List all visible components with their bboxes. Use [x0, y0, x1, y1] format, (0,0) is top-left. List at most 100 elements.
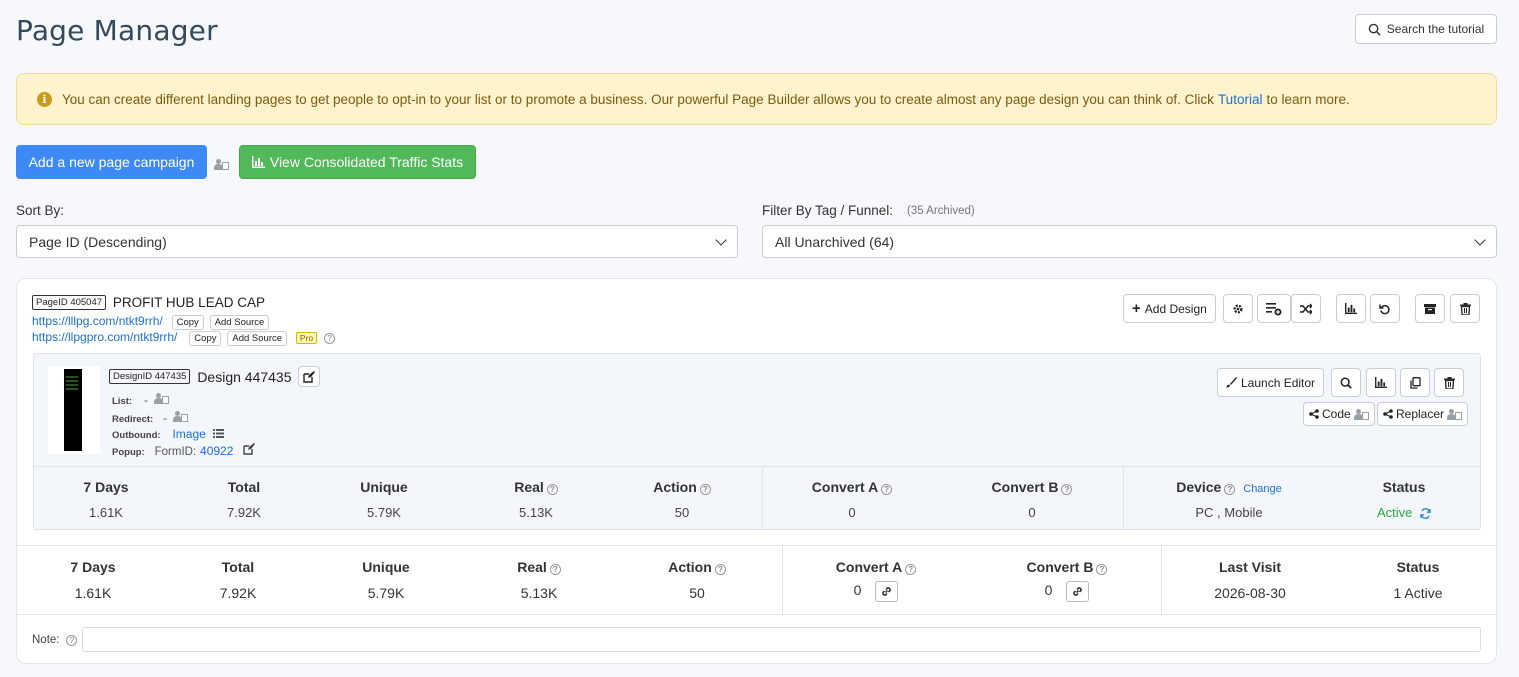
launch-editor-button[interactable]: Launch Editor	[1217, 368, 1325, 397]
code-button[interactable]: Code	[1303, 402, 1375, 426]
edit-icon	[303, 370, 316, 383]
plus-icon: +	[1132, 300, 1141, 317]
list-label: List:	[112, 396, 133, 407]
edit-icon[interactable]	[243, 443, 256, 455]
popup-form-label: FormID:	[154, 446, 197, 458]
help-icon: ?	[1061, 484, 1073, 495]
help-icon[interactable]: ?	[66, 635, 78, 646]
preview-button[interactable]	[1331, 368, 1361, 397]
sort-label: Sort By:	[16, 203, 65, 218]
user-list-icon	[214, 159, 229, 170]
outbound-label: Outbound:	[112, 430, 161, 441]
help-icon: ?	[881, 484, 893, 495]
design-stats-button[interactable]	[1366, 368, 1396, 397]
archive-button[interactable]	[1415, 294, 1445, 323]
help-icon: ?	[1096, 564, 1108, 575]
duplicate-design-button[interactable]	[1400, 368, 1430, 397]
delete-campaign-button[interactable]	[1450, 294, 1480, 323]
note-label: Note:	[32, 634, 60, 646]
alert-text: You can create different landing pages t…	[62, 91, 1214, 107]
campaign-stat-real: Real? 5.13K	[489, 559, 589, 601]
campaign-stat-7days: 7 Days 1.61K	[70, 559, 116, 601]
help-icon: ?	[549, 564, 561, 575]
status-active[interactable]: Active	[1377, 505, 1412, 520]
design-stat-7days: 7 Days 1.61K	[83, 479, 129, 520]
design-stat-total: Total 7.92K	[227, 479, 261, 520]
bar-chart-icon	[251, 156, 265, 168]
copy-icon	[1409, 376, 1421, 389]
note-input[interactable]	[82, 627, 1481, 652]
share-icon	[1383, 409, 1393, 419]
filter-label: Filter By Tag / Funnel:	[762, 203, 894, 218]
view-traffic-stats-label: View Consolidated Traffic Stats	[269, 154, 464, 170]
link-icon	[1073, 587, 1083, 596]
settings-button[interactable]	[1223, 294, 1253, 323]
bar-chart-icon	[1375, 377, 1387, 388]
design-stat-real: Real? 5.13K	[486, 479, 586, 520]
page-title: Page Manager	[16, 14, 218, 47]
campaign-title: PROFIT HUB LEAD CAP	[112, 294, 265, 310]
design-stat-action: Action? 50	[632, 479, 732, 520]
undo-icon	[1379, 304, 1390, 314]
code-label: Code	[1322, 407, 1351, 421]
pro-badge: Pro	[295, 332, 318, 344]
design-stat-status: Status Active	[1354, 479, 1454, 520]
user-list-icon	[172, 411, 188, 422]
campaign-stat-convert-b: Convert B? 0	[1007, 559, 1127, 602]
convert-b-link-button[interactable]	[1066, 581, 1090, 602]
info-icon: i	[37, 91, 52, 107]
design-thumbnail[interactable]	[48, 366, 100, 454]
replacer-button[interactable]: Replacer	[1377, 402, 1469, 426]
popup-form-id[interactable]: 40922	[200, 444, 233, 458]
list-add-icon	[1266, 302, 1282, 315]
archived-count: (35 Archived)	[907, 205, 975, 217]
design-panel: DesignID 447435 Design 447435 List: - Re…	[33, 353, 1481, 530]
user-list-icon	[1353, 408, 1369, 420]
trash-icon	[1459, 302, 1471, 315]
help-icon: ?	[699, 484, 711, 495]
campaign-url-1[interactable]: https://lllpg.com/ntkt9rrh/	[32, 314, 163, 328]
design-title: Design 447435	[197, 368, 292, 385]
add-source-2-button[interactable]: Add Source	[227, 331, 288, 346]
design-stat-unique: Unique 5.79K	[360, 479, 408, 520]
shuffle-button[interactable]	[1291, 294, 1321, 323]
sort-select-value: Page ID (Descending)	[29, 233, 167, 250]
list-icon	[212, 429, 224, 438]
trash-icon	[1443, 376, 1455, 389]
help-icon[interactable]: ?	[324, 333, 336, 344]
stats-button[interactable]	[1336, 294, 1366, 323]
add-page-campaign-button[interactable]: Add a new page campaign	[16, 145, 207, 179]
campaign-url-2[interactable]: https://llpgpro.com/ntkt9rrh/	[32, 330, 177, 344]
help-icon: ?	[714, 564, 726, 575]
search-tutorial-button[interactable]: Search the tutorial	[1355, 14, 1497, 44]
convert-a-link-button[interactable]	[875, 581, 899, 602]
add-to-list-button[interactable]	[1257, 294, 1291, 323]
bar-chart-icon	[1345, 303, 1357, 314]
help-icon: ?	[905, 564, 917, 575]
list-value: -	[143, 395, 148, 407]
view-traffic-stats-button[interactable]: View Consolidated Traffic Stats	[239, 145, 476, 179]
help-icon: ?	[1224, 484, 1236, 495]
add-design-button[interactable]: + Add Design	[1123, 294, 1216, 323]
filter-select[interactable]: All Unarchived (64)	[762, 225, 1497, 258]
add-design-label: Add Design	[1144, 301, 1207, 316]
refresh-icon[interactable]	[1420, 508, 1431, 519]
design-stat-convert-a: Convert A? 0	[797, 479, 907, 520]
reset-button[interactable]	[1370, 294, 1400, 323]
popup-label: Popup:	[112, 447, 145, 458]
copy-url-2-button[interactable]: Copy	[189, 331, 222, 346]
edit-design-button[interactable]	[298, 366, 321, 387]
tutorial-link[interactable]: Tutorial	[1218, 92, 1263, 107]
filter-select-value: All Unarchived (64)	[775, 233, 895, 250]
sort-select[interactable]: Page ID (Descending)	[16, 225, 738, 258]
campaign-card: PageID 405047 PROFIT HUB LEAD CAP https:…	[16, 278, 1497, 664]
device-change-link[interactable]: Change	[1243, 483, 1282, 495]
launch-editor-label: Launch Editor	[1241, 375, 1316, 390]
campaign-stat-convert-a: Convert A? 0	[816, 559, 936, 602]
delete-design-button[interactable]	[1434, 368, 1464, 397]
share-icon	[1309, 409, 1319, 419]
user-list-icon	[1447, 408, 1463, 420]
replacer-label: Replacer	[1396, 407, 1445, 421]
redirect-label: Redirect:	[112, 414, 154, 425]
outbound-value[interactable]: Image	[172, 427, 205, 441]
